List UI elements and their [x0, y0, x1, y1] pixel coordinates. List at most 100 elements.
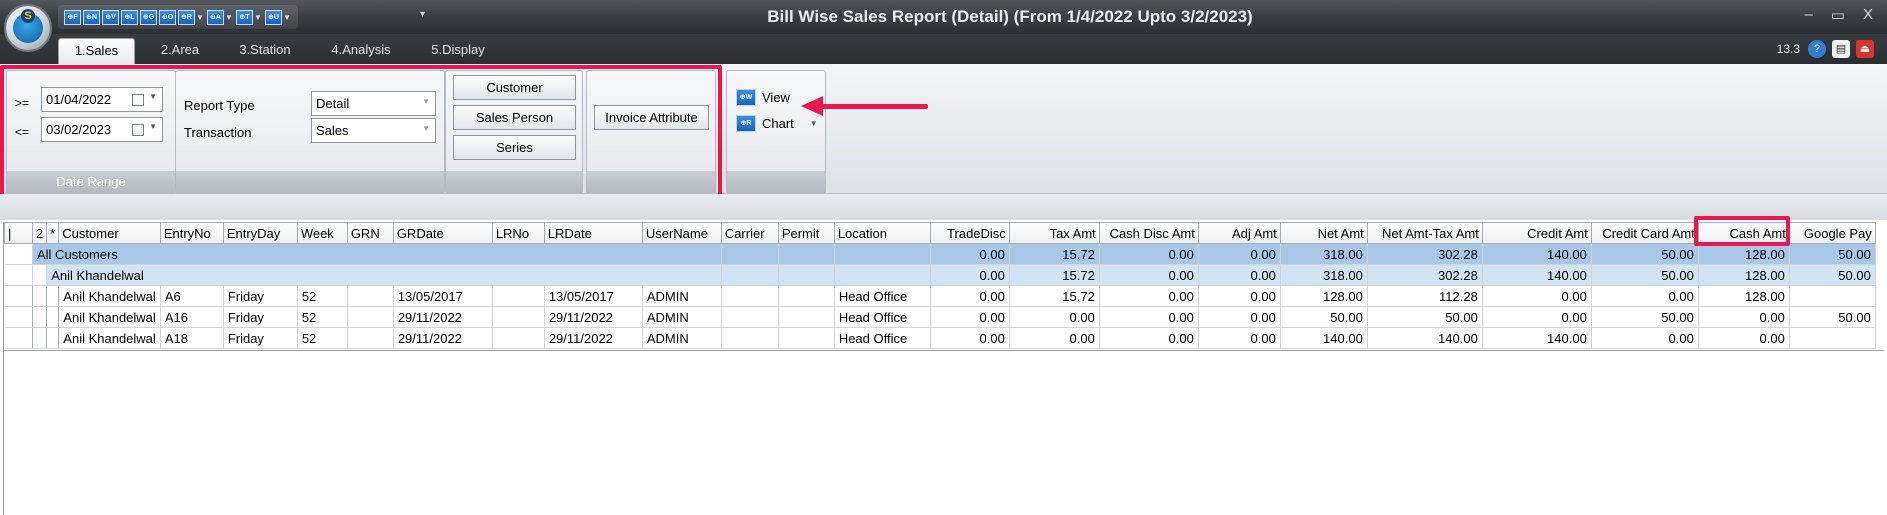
cell-carrier	[721, 285, 779, 307]
minimize-button[interactable]: –	[1804, 6, 1812, 24]
col-header-tax-amt[interactable]: Tax Amt	[1008, 222, 1100, 244]
table-row[interactable]: Anil Khandelwal A18 Friday 52 29/11/2022…	[4, 327, 1876, 349]
cell-credit-card-amt: 50.00	[1591, 306, 1699, 328]
annotation-arrow	[818, 104, 928, 109]
maximize-button[interactable]: ▭	[1831, 6, 1845, 24]
qat-u-button[interactable]: ⊕U ▼	[265, 8, 292, 26]
col-header-adj-amt[interactable]: Adj Amt	[1197, 222, 1281, 244]
col-header-net-amt-tax-amt[interactable]: Net Amt-Tax Amt	[1366, 222, 1483, 244]
transaction-select[interactable]: Sales ▼	[311, 118, 436, 143]
chevron-down-icon[interactable]: ▼	[195, 13, 205, 22]
col-header-google-pay[interactable]: Google Pay	[1788, 222, 1876, 244]
from-date-picker[interactable]: 01/04/2022 ▼	[41, 87, 163, 112]
action-footer	[727, 171, 825, 193]
cell-tradedisc: 0.00	[930, 243, 1010, 265]
col-header-lrno[interactable]: LRNo	[491, 222, 545, 244]
calendar-icon[interactable]	[132, 94, 144, 106]
invoice-attribute-button[interactable]: Invoice Attribute	[594, 105, 709, 130]
qat-l-button[interactable]: ⊕L	[121, 8, 138, 26]
col-header-entryno[interactable]: EntryNo	[159, 222, 224, 244]
cell-credit-card-amt: 0.00	[1591, 285, 1699, 307]
close-button[interactable]: X	[1863, 6, 1873, 24]
col-header-level-2[interactable]: 2	[31, 222, 48, 244]
group-row-all-customers[interactable]: All Customers 0.00 15.72 0.00 0.00 318.0…	[4, 243, 1876, 265]
qat-r-button[interactable]: ⊕R ▼	[178, 8, 205, 26]
cell-google-pay	[1789, 285, 1876, 307]
chevron-down-icon[interactable]: ▼	[422, 97, 430, 106]
tab-station[interactable]: 3.Station	[230, 38, 300, 64]
col-header-cash-amt[interactable]: Cash Amt	[1697, 222, 1790, 244]
app-logo[interactable]: S	[4, 4, 52, 52]
cell-net-amt-tax-amt: 112.28	[1367, 285, 1483, 307]
help-icon[interactable]: ?	[1808, 40, 1826, 58]
col-header-week[interactable]: Week	[296, 222, 348, 244]
col-header-indicator[interactable]: |	[4, 222, 33, 244]
cell-week: 52	[297, 327, 348, 349]
group-row-customer[interactable]: Anil Khandelwal 0.00 15.72 0.00 0.00 318…	[4, 264, 1876, 286]
to-operator-label: <=	[15, 125, 30, 139]
cell-net-amt: 140.00	[1280, 327, 1368, 349]
report-table: | 2 * Customer EntryNo EntryDay Week GRN…	[4, 222, 1876, 349]
chevron-down-icon[interactable]: ▼	[149, 92, 157, 101]
qat-o-icon: ⊕O	[159, 9, 176, 25]
qat-g-button[interactable]: ⊕G	[140, 8, 157, 26]
cell-google-pay: 50.00	[1789, 243, 1876, 265]
table-row[interactable]: Anil Khandelwal A6 Friday 52 13/05/2017 …	[4, 285, 1876, 307]
col-header-carrier[interactable]: Carrier	[720, 222, 779, 244]
tab-area[interactable]: 2.Area	[150, 38, 210, 64]
customize-toolbar-icon[interactable]: ▾	[420, 9, 425, 20]
panel-splitter[interactable]	[0, 194, 1887, 220]
col-header-cash-disc-amt[interactable]: Cash Disc Amt	[1098, 222, 1199, 244]
cell-tax-amt: 15.72	[1009, 285, 1100, 307]
col-header-grdate[interactable]: GRDate	[392, 222, 493, 244]
qat-v-button[interactable]: ⊕V	[102, 8, 119, 26]
cell-google-pay: 50.00	[1789, 306, 1876, 328]
col-header-tradedisc[interactable]: TradeDisc	[929, 222, 1010, 244]
series-button[interactable]: Series	[453, 135, 576, 160]
view-button[interactable]: ⊕W View	[736, 89, 790, 106]
cell-net-amt-tax-amt: 302.28	[1367, 264, 1483, 286]
col-header-grn[interactable]: GRN	[346, 222, 394, 244]
qat-t-button[interactable]: ⊕T ▼	[236, 8, 263, 26]
col-header-entryday[interactable]: EntryDay	[222, 222, 298, 244]
cell-grdate: 29/11/2022	[393, 306, 493, 328]
table-row[interactable]: Anil Khandelwal A16 Friday 52 29/11/2022…	[4, 306, 1876, 328]
exit-icon[interactable]: ⏏	[1856, 40, 1874, 58]
chevron-down-icon[interactable]: ▼	[224, 13, 234, 22]
col-header-username[interactable]: UserName	[641, 222, 722, 244]
qat-f-button[interactable]: ⊕F	[64, 8, 81, 26]
col-header-credit-card-amt[interactable]: Credit Card Amt	[1590, 222, 1699, 244]
customer-button[interactable]: Customer	[453, 75, 576, 100]
chevron-down-icon[interactable]: ▼	[282, 13, 292, 22]
sales-person-button[interactable]: Sales Person	[453, 105, 576, 130]
col-header-location[interactable]: Location	[833, 222, 931, 244]
chevron-down-icon[interactable]: ▼	[149, 122, 157, 131]
document-icon[interactable]: ▤	[1832, 40, 1850, 58]
cell-cash-amt: 0.00	[1698, 306, 1790, 328]
tab-sales[interactable]: 1.Sales	[58, 38, 135, 64]
col-header-permit[interactable]: Permit	[777, 222, 835, 244]
col-header-lrdate[interactable]: LRDate	[543, 222, 643, 244]
chevron-down-icon[interactable]: ▼	[253, 13, 263, 22]
col-header-net-amt[interactable]: Net Amt	[1279, 222, 1368, 244]
qat-a-button[interactable]: ⊕A ▼	[207, 8, 234, 26]
cell-lrno	[492, 306, 545, 328]
report-type-select[interactable]: Detail ▼	[311, 91, 436, 116]
col-header-customer[interactable]: Customer	[58, 222, 161, 244]
date-range-group: >= 01/04/2022 ▼ <= 03/02/2023 ▼ Date Ran…	[6, 70, 176, 194]
tab-display[interactable]: 5.Display	[423, 38, 493, 64]
qat-n-button[interactable]: ⊕N	[83, 8, 100, 26]
chart-button[interactable]: ⊕R Chart ▼	[736, 115, 818, 132]
cell-cash-amt: 128.00	[1698, 243, 1790, 265]
col-header-credit-amt[interactable]: Credit Amt	[1481, 222, 1592, 244]
to-date-picker[interactable]: 03/02/2023 ▼	[41, 117, 163, 142]
chevron-down-icon[interactable]: ▼	[810, 119, 818, 128]
calendar-icon[interactable]	[132, 124, 144, 136]
cell-grn	[347, 306, 394, 328]
chevron-down-icon[interactable]: ▼	[422, 124, 430, 133]
col-header-star[interactable]: *	[46, 222, 60, 244]
cell-credit-card-amt: 50.00	[1591, 264, 1699, 286]
qat-o-button[interactable]: ⊕O	[159, 8, 176, 26]
from-operator-label: >=	[15, 96, 30, 110]
tab-analysis[interactable]: 4.Analysis	[324, 38, 398, 64]
